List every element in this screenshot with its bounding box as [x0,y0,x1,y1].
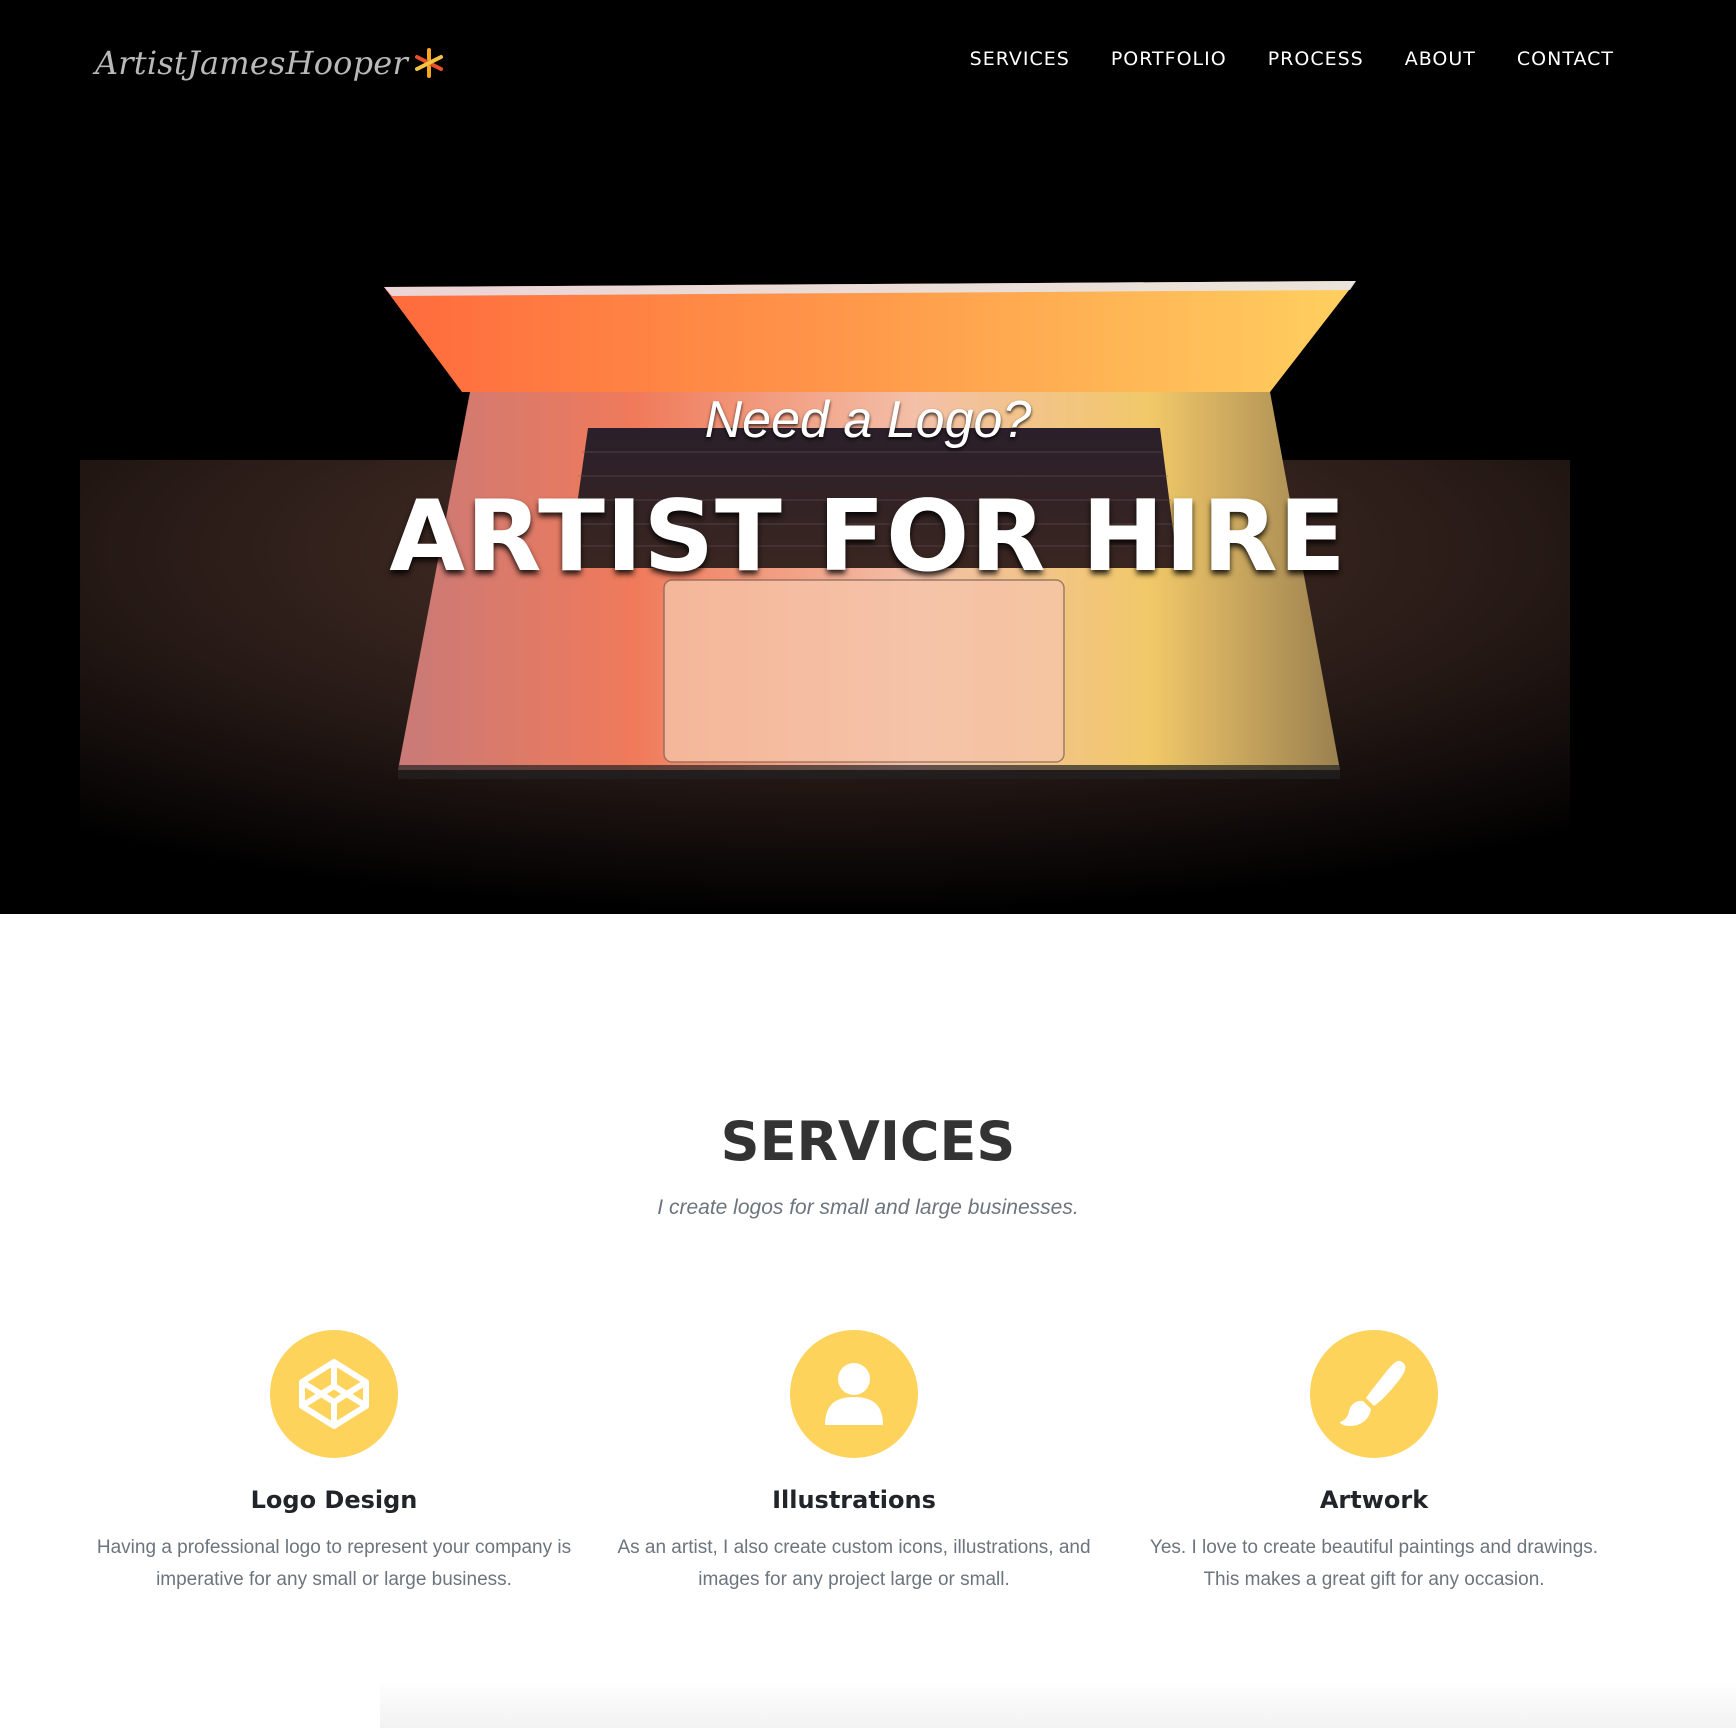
next-section-edge [380,1680,1736,1728]
nav-links: SERVICES PORTFOLIO PROCESS ABOUT CONTACT [970,48,1614,70]
services-subheading: I create logos for small and large busin… [657,1196,1079,1219]
hero-title: ARTIST FOR HIRE [389,480,1347,594]
nav-link-about[interactable]: ABOUT [1405,48,1476,70]
service-icon-circle [270,1330,398,1458]
paint-brush-icon [1340,1360,1406,1426]
asterisk-icon [414,48,443,78]
logo-text: ArtistJamesHooper [95,44,408,82]
service-logo-design: Logo Design Having a professional logo t… [84,1330,584,1596]
site-logo[interactable]: ArtistJamesHooper [95,38,444,88]
service-description: Having a professional logo to represent … [96,1537,572,1590]
hero-subtitle: Need a Logo? [704,391,1032,449]
top-navbar: ArtistJamesHooper SERVICES PORTFOLIO PRO… [0,0,1736,126]
services-heading: SERVICES [720,1110,1016,1173]
user-icon [825,1363,883,1425]
service-title: Logo Design [250,1486,418,1514]
nav-link-contact[interactable]: CONTACT [1517,48,1614,70]
service-title: Artwork [1319,1486,1429,1514]
service-description: Yes. I love to create beautiful painting… [1149,1537,1599,1590]
nav-link-portfolio[interactable]: PORTFOLIO [1111,48,1227,70]
service-title: Illustrations [772,1486,936,1514]
nav-link-services[interactable]: SERVICES [970,48,1070,70]
nav-link-process[interactable]: PROCESS [1268,48,1364,70]
hero-laptop-photo [0,0,1736,914]
service-icon-circle [1310,1330,1438,1458]
codepen-cube-icon [299,1359,369,1429]
service-artwork: Artwork Yes. I love to create beautiful … [1124,1330,1624,1596]
service-illustrations: Illustrations As an artist, I also creat… [604,1330,1104,1596]
hero-section: ArtistJamesHooper SERVICES PORTFOLIO PRO… [0,0,1736,914]
service-description: As an artist, I also create custom icons… [617,1537,1091,1590]
service-icon-circle [790,1330,918,1458]
